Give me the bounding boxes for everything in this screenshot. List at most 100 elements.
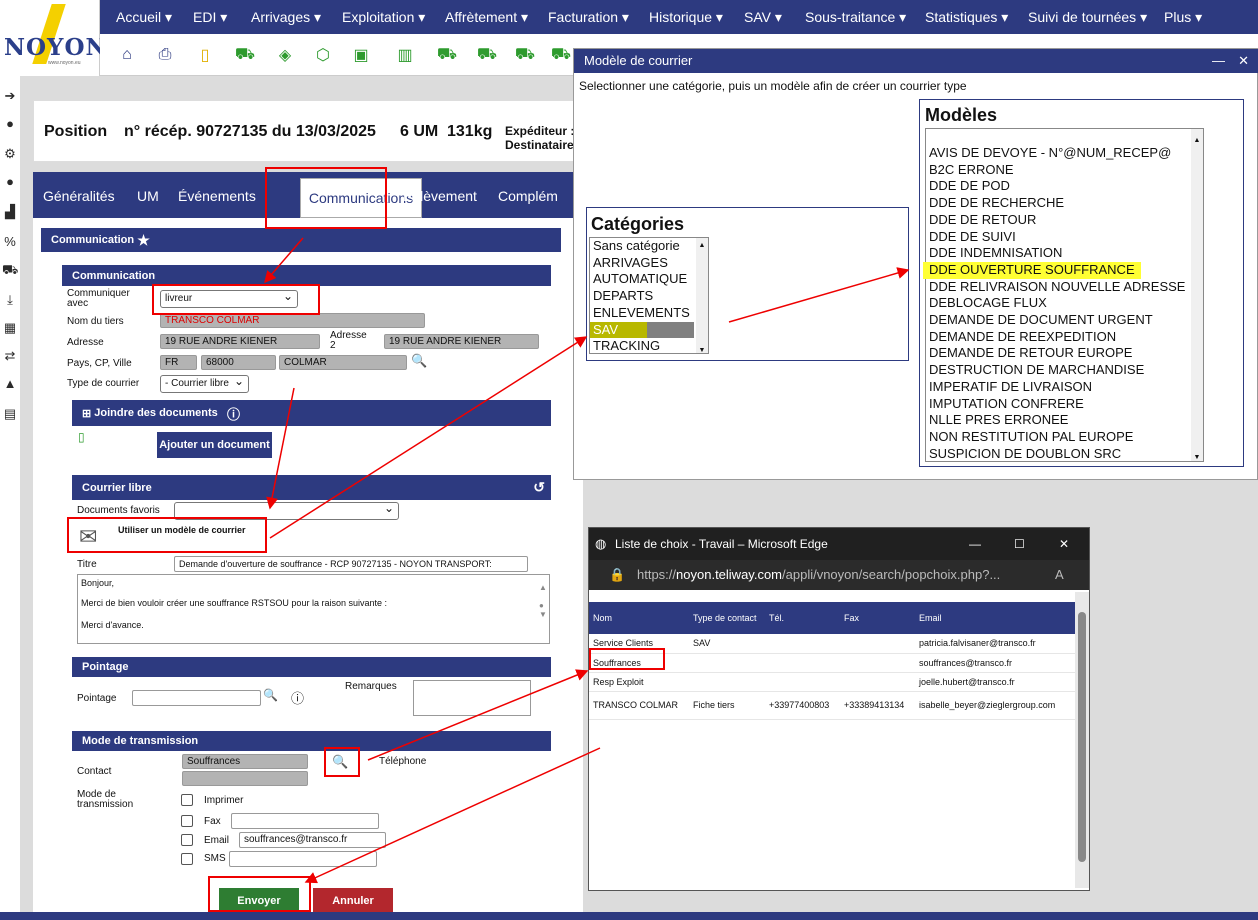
titre-input[interactable]: Demande d'ouverture de souffrance - RCP … xyxy=(174,556,528,572)
email-checkbox[interactable] xyxy=(181,834,193,846)
modele-item[interactable]: NLLE PRES ERRONEE xyxy=(929,412,1203,429)
modeles-scrollbar[interactable]: ▲ ▼ xyxy=(1191,129,1203,461)
pointage-input[interactable] xyxy=(132,690,261,706)
maximize-icon[interactable]: ☐ xyxy=(1014,528,1025,560)
cell-nom[interactable]: Resp Exploit xyxy=(589,672,689,692)
packages-icon[interactable]: ▣ xyxy=(350,44,372,66)
email-input[interactable]: souffrances@transco.fr xyxy=(239,832,386,848)
noyon-logo[interactable]: NOYON www.noyon.eu xyxy=(0,0,107,76)
close-icon[interactable]: ✕ xyxy=(1238,49,1249,73)
body-textarea[interactable]: Bonjour, Merci de bien vouloir créer une… xyxy=(77,574,550,644)
package-icon[interactable]: ◈ xyxy=(274,44,296,66)
zoom-search-icon[interactable]: 🔍 xyxy=(411,353,427,369)
modele-item-highlighted[interactable]: DDE OUVERTURE SOUFFRANCE xyxy=(923,261,1141,279)
adresse-field[interactable]: 19 RUE ANDRE KIENER xyxy=(160,334,320,349)
plus-icon[interactable]: ⊞ xyxy=(82,407,91,420)
edge-scroll-thumb[interactable] xyxy=(1078,612,1086,862)
nav-accueil[interactable]: Accueil ▾ xyxy=(116,9,172,26)
adresse2-field[interactable]: 19 RUE ANDRE KIENER xyxy=(384,334,539,349)
table-row[interactable]: Resp Exploit joelle.hubert@transco.fr xyxy=(589,672,1075,692)
settings-icon[interactable]: ⚙ xyxy=(2,146,18,162)
truck-side-icon[interactable]: ⛟ xyxy=(2,262,18,278)
table-row[interactable]: Service Clients SAV patricia.falvisaner@tr… xyxy=(589,634,1075,654)
modele-item[interactable]: DDE DE SUIVI xyxy=(929,229,1203,246)
reset-icon[interactable]: ↺ xyxy=(533,479,545,496)
modele-item[interactable]: DDE INDEMNISATION xyxy=(929,245,1203,262)
category-item[interactable]: DEPARTS xyxy=(593,288,708,305)
truck-icon[interactable]: ⛟ xyxy=(234,44,256,66)
modele-item[interactable]: IMPUTATION CONFRERE xyxy=(929,396,1203,413)
truck-delivery-icon[interactable]: ⛟ xyxy=(550,44,572,66)
modele-item[interactable]: DEMANDE DE REEXPEDITION xyxy=(929,329,1203,346)
tab-enlevement[interactable]: Enlèvement xyxy=(403,188,477,204)
contact-field-2[interactable] xyxy=(182,771,308,786)
truck-route-icon[interactable]: ⛟ xyxy=(514,44,536,66)
pointage-help-icon[interactable]: ⓘ xyxy=(291,688,304,707)
tab-um[interactable]: UM xyxy=(137,188,159,204)
factory-icon[interactable]: ▟ xyxy=(2,204,18,220)
modele-item[interactable]: DEMANDE DE DOCUMENT URGENT xyxy=(929,312,1203,329)
pays-field[interactable]: FR xyxy=(160,355,197,370)
modele-item[interactable]: DEBLOCAGE FLUX xyxy=(929,295,1203,312)
sms-checkbox[interactable] xyxy=(181,853,193,865)
modele-item[interactable]: AVIS DE DEVOYE - N°@NUM_RECEP@ xyxy=(929,145,1203,162)
envoyer-button[interactable]: Envoyer xyxy=(219,888,299,914)
nav-affretement[interactable]: Affrètement ▾ xyxy=(445,9,528,26)
nav-sous-traitance[interactable]: Sous-traitance ▾ xyxy=(805,9,906,26)
help-icon[interactable]: ⓘ xyxy=(227,404,240,423)
sms-input[interactable] xyxy=(229,851,377,867)
add-file-icon[interactable]: ▯ xyxy=(78,430,85,444)
close-icon[interactable]: ✕ xyxy=(1059,528,1069,560)
edge-scrollbar[interactable] xyxy=(1075,592,1089,888)
nav-statistiques[interactable]: Statistiques ▾ xyxy=(925,9,1008,26)
edi-document-icon[interactable]: ▯ xyxy=(194,44,216,66)
modele-item[interactable]: NON RESTITUTION PAL EUROPE xyxy=(929,429,1203,446)
read-aloud-icon[interactable]: A xyxy=(1055,560,1064,590)
type-courrier-select[interactable]: - Courrier libre xyxy=(160,373,249,393)
nom-tiers-field[interactable]: TRANSCO COLMAR xyxy=(160,313,425,328)
cp-field[interactable]: 68000 xyxy=(201,355,276,370)
pointage-search-icon[interactable]: 🔍 xyxy=(263,688,278,702)
communiquer-select[interactable]: livreur xyxy=(160,288,298,308)
minimize-icon[interactable]: — xyxy=(1212,49,1225,73)
user-icon[interactable]: ● xyxy=(2,116,18,132)
users-icon[interactable]: ● xyxy=(2,174,18,190)
download-icon[interactable]: ⤓ xyxy=(2,292,18,308)
modele-item[interactable]: B2C ERRONE xyxy=(929,162,1203,179)
chart-icon[interactable]: ▲ xyxy=(2,376,18,392)
shuffle-icon[interactable]: ⇄ xyxy=(2,348,18,364)
categories-listbox[interactable]: Sans catégorie ARRIVAGES AUTOMATIQUE DEP… xyxy=(589,237,709,354)
nav-facturation[interactable]: Facturation ▾ xyxy=(548,9,629,26)
nav-exploitation[interactable]: Exploitation ▾ xyxy=(342,9,425,26)
nav-edi[interactable]: EDI ▾ xyxy=(193,9,227,26)
category-item[interactable]: ENLEVEMENTS xyxy=(593,305,708,322)
table-icon[interactable]: ▦ xyxy=(2,320,18,336)
arrow-right-icon[interactable]: ➔ xyxy=(2,88,18,104)
modele-item[interactable]: DDE RELIVRAISON NOUVELLE ADRESSE xyxy=(929,279,1203,296)
cell-nom[interactable]: TRANSCO COLMAR xyxy=(589,691,689,720)
nav-arrivages[interactable]: Arrivages ▾ xyxy=(251,9,321,26)
nav-suivi-tournees[interactable]: Suivi de tournées ▾ xyxy=(1028,9,1147,26)
contact-search-icon[interactable]: 🔍 xyxy=(332,754,348,770)
category-item-selected[interactable]: SAV xyxy=(590,321,694,339)
ajouter-document-button[interactable]: Ajouter un document xyxy=(157,432,272,458)
category-item[interactable]: ARRIVAGES xyxy=(593,255,708,272)
modele-item[interactable]: DDE DE RECHERCHE xyxy=(929,195,1203,212)
edge-address-bar[interactable]: 🔒 https://noyon.teliway.com/appli/vnoyon… xyxy=(589,560,1089,590)
modele-item[interactable]: SUSPICION DE DOUBLON SRC xyxy=(929,446,1203,463)
truck-transfer-icon[interactable]: ⛟ xyxy=(476,44,498,66)
modele-item[interactable]: IMPERATIF DE LIVRAISON xyxy=(929,379,1203,396)
docs-favoris-select[interactable] xyxy=(174,500,399,520)
tab-evenements[interactable]: Événements xyxy=(178,188,256,204)
fax-checkbox[interactable] xyxy=(181,815,193,827)
nav-plus[interactable]: Plus ▾ xyxy=(1164,9,1202,26)
category-item[interactable]: AUTOMATIQUE xyxy=(593,271,708,288)
imprimer-checkbox[interactable] xyxy=(181,794,193,806)
ville-field[interactable]: COLMAR xyxy=(279,355,407,370)
fax-input[interactable] xyxy=(231,813,379,829)
remarques-textarea[interactable] xyxy=(413,680,531,716)
cell-nom[interactable]: Souffrances xyxy=(589,653,689,673)
modele-item[interactable]: DDE DE POD xyxy=(929,178,1203,195)
modele-item[interactable]: DESTRUCTION DE MARCHANDISE xyxy=(929,362,1203,379)
table-row[interactable]: TRANSCO COLMAR Fiche tiers +33977400803 +33… xyxy=(589,691,1075,720)
